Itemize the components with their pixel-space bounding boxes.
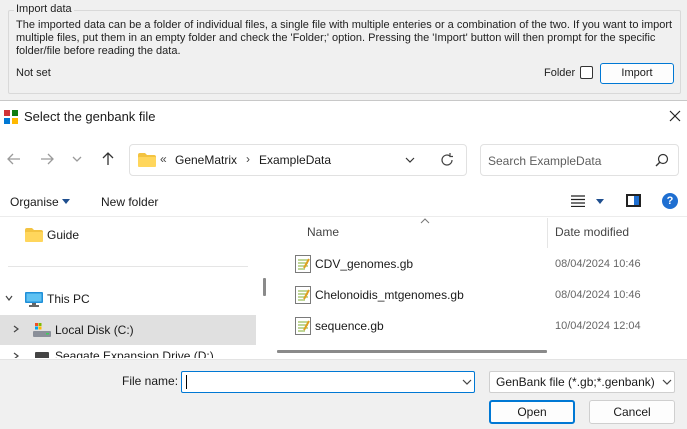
search-placeholder: Search ExampleData <box>488 154 602 168</box>
chevron-down-icon[interactable] <box>62 199 70 204</box>
dialog-title: Select the genbank file <box>24 109 156 124</box>
file-date: 08/04/2024 10:46 <box>555 289 641 301</box>
document-icon <box>295 317 311 335</box>
file-list: Name Date modified CDV_genomes.gb 08/04/… <box>275 218 687 358</box>
view-options-icon[interactable] <box>571 195 585 207</box>
import-data-panel: Import data The imported data can be a f… <box>0 0 687 100</box>
nav-item-label: This PC <box>47 292 90 306</box>
file-dialog: Select the genbank file « GeneMatrix › E… <box>0 100 687 429</box>
import-group-legend: Import data <box>14 3 74 15</box>
nav-item-local-disk[interactable]: Local Disk (C:) <box>0 315 256 345</box>
dialog-titlebar: Select the genbank file <box>0 101 687 133</box>
file-name-input[interactable] <box>181 371 475 393</box>
file-name: CDV_genomes.gb <box>315 257 414 271</box>
forward-arrow-icon[interactable] <box>39 151 55 167</box>
file-name-label: File name: <box>122 374 179 388</box>
nav-pane-scrollbar[interactable] <box>263 278 266 296</box>
search-box[interactable]: Search ExampleData <box>480 144 679 176</box>
address-bar[interactable]: « GeneMatrix › ExampleData <box>129 144 467 176</box>
file-type-value: GenBank file (*.gb;*.genbank) <box>496 375 655 389</box>
open-button[interactable]: Open <box>489 400 575 424</box>
back-arrow-icon[interactable] <box>6 151 22 167</box>
document-icon <box>295 255 311 273</box>
folder-checkbox-label: Folder <box>544 67 576 79</box>
nav-item-label: Seagate Expansion Drive (D:) <box>55 349 214 358</box>
view-chevron-down-icon[interactable] <box>596 199 604 204</box>
file-name: Chelonoidis_mtgenomes.gb <box>315 288 464 302</box>
navigation-pane: Guide This PC Local Disk (C:) Seagate Ex… <box>0 218 272 358</box>
file-type-select[interactable]: GenBank file (*.gb;*.genbank) <box>489 371 675 393</box>
close-icon[interactable] <box>666 107 684 125</box>
recent-locations-chevron-icon[interactable] <box>71 151 83 167</box>
file-row[interactable]: CDV_genomes.gb 08/04/2024 10:46 <box>275 249 687 279</box>
organise-menu[interactable]: Organise <box>10 195 59 209</box>
drive-icon <box>33 323 51 337</box>
file-row[interactable]: sequence.gb 10/04/2024 12:04 <box>275 311 687 341</box>
new-folder-button[interactable]: New folder <box>101 195 158 209</box>
breadcrumb-exampledata[interactable]: ExampleData <box>259 153 331 167</box>
app-icon <box>4 110 18 124</box>
help-icon[interactable]: ? <box>662 193 678 209</box>
nav-item-guide[interactable]: Guide <box>0 220 256 250</box>
nav-item-this-pc[interactable]: This PC <box>0 284 256 314</box>
nav-item-label: Guide <box>47 228 80 242</box>
file-date: 08/04/2024 10:46 <box>555 258 641 270</box>
import-status-label: Not set <box>16 67 51 79</box>
file-row[interactable]: Chelonoidis_mtgenomes.gb 08/04/2024 10:4… <box>275 280 687 310</box>
document-icon <box>295 286 311 304</box>
collapsed-chevron-icon[interactable] <box>12 352 20 358</box>
expanded-chevron-icon[interactable] <box>5 294 13 302</box>
nav-divider <box>8 266 248 267</box>
command-bar: Organise New folder ? <box>0 185 687 217</box>
breadcrumb-genematrix[interactable]: GeneMatrix <box>175 153 237 167</box>
refresh-icon[interactable] <box>440 153 454 167</box>
navigation-bar: « GeneMatrix › ExampleData Search Exampl… <box>0 133 687 185</box>
folder-checkbox[interactable] <box>580 66 593 79</box>
nav-item-label: Local Disk (C:) <box>55 323 134 337</box>
column-header-name[interactable]: Name <box>307 225 339 239</box>
sort-ascending-icon <box>420 218 430 224</box>
nav-item-seagate-drive[interactable]: Seagate Expansion Drive (D:) <box>0 346 256 358</box>
import-description: The imported data can be a folder of ind… <box>16 19 673 57</box>
collapsed-chevron-icon[interactable] <box>12 325 20 333</box>
usb-drive-icon <box>35 352 49 358</box>
file-list-scrollbar[interactable] <box>277 350 547 353</box>
import-button[interactable]: Import <box>600 63 674 84</box>
file-date: 10/04/2024 12:04 <box>555 320 641 332</box>
up-arrow-icon[interactable] <box>100 151 116 167</box>
breadcrumb-separator-icon: › <box>246 152 250 166</box>
file-name: sequence.gb <box>315 319 384 333</box>
search-icon[interactable] <box>655 153 669 167</box>
address-dropdown-icon[interactable] <box>404 154 416 166</box>
chevron-down-icon[interactable] <box>462 378 472 386</box>
chevron-down-icon[interactable] <box>662 378 672 386</box>
cancel-button[interactable]: Cancel <box>589 400 675 424</box>
folder-icon <box>25 228 43 242</box>
folder-icon <box>138 153 156 167</box>
text-caret <box>186 375 187 389</box>
column-divider[interactable] <box>547 218 548 248</box>
dialog-bottom-bar: File name: GenBank file (*.gb;*.genbank)… <box>0 359 687 429</box>
column-header-date-modified[interactable]: Date modified <box>555 225 629 239</box>
preview-pane-icon[interactable] <box>626 194 641 207</box>
monitor-icon <box>25 292 43 307</box>
address-overflow[interactable]: « <box>160 152 167 166</box>
